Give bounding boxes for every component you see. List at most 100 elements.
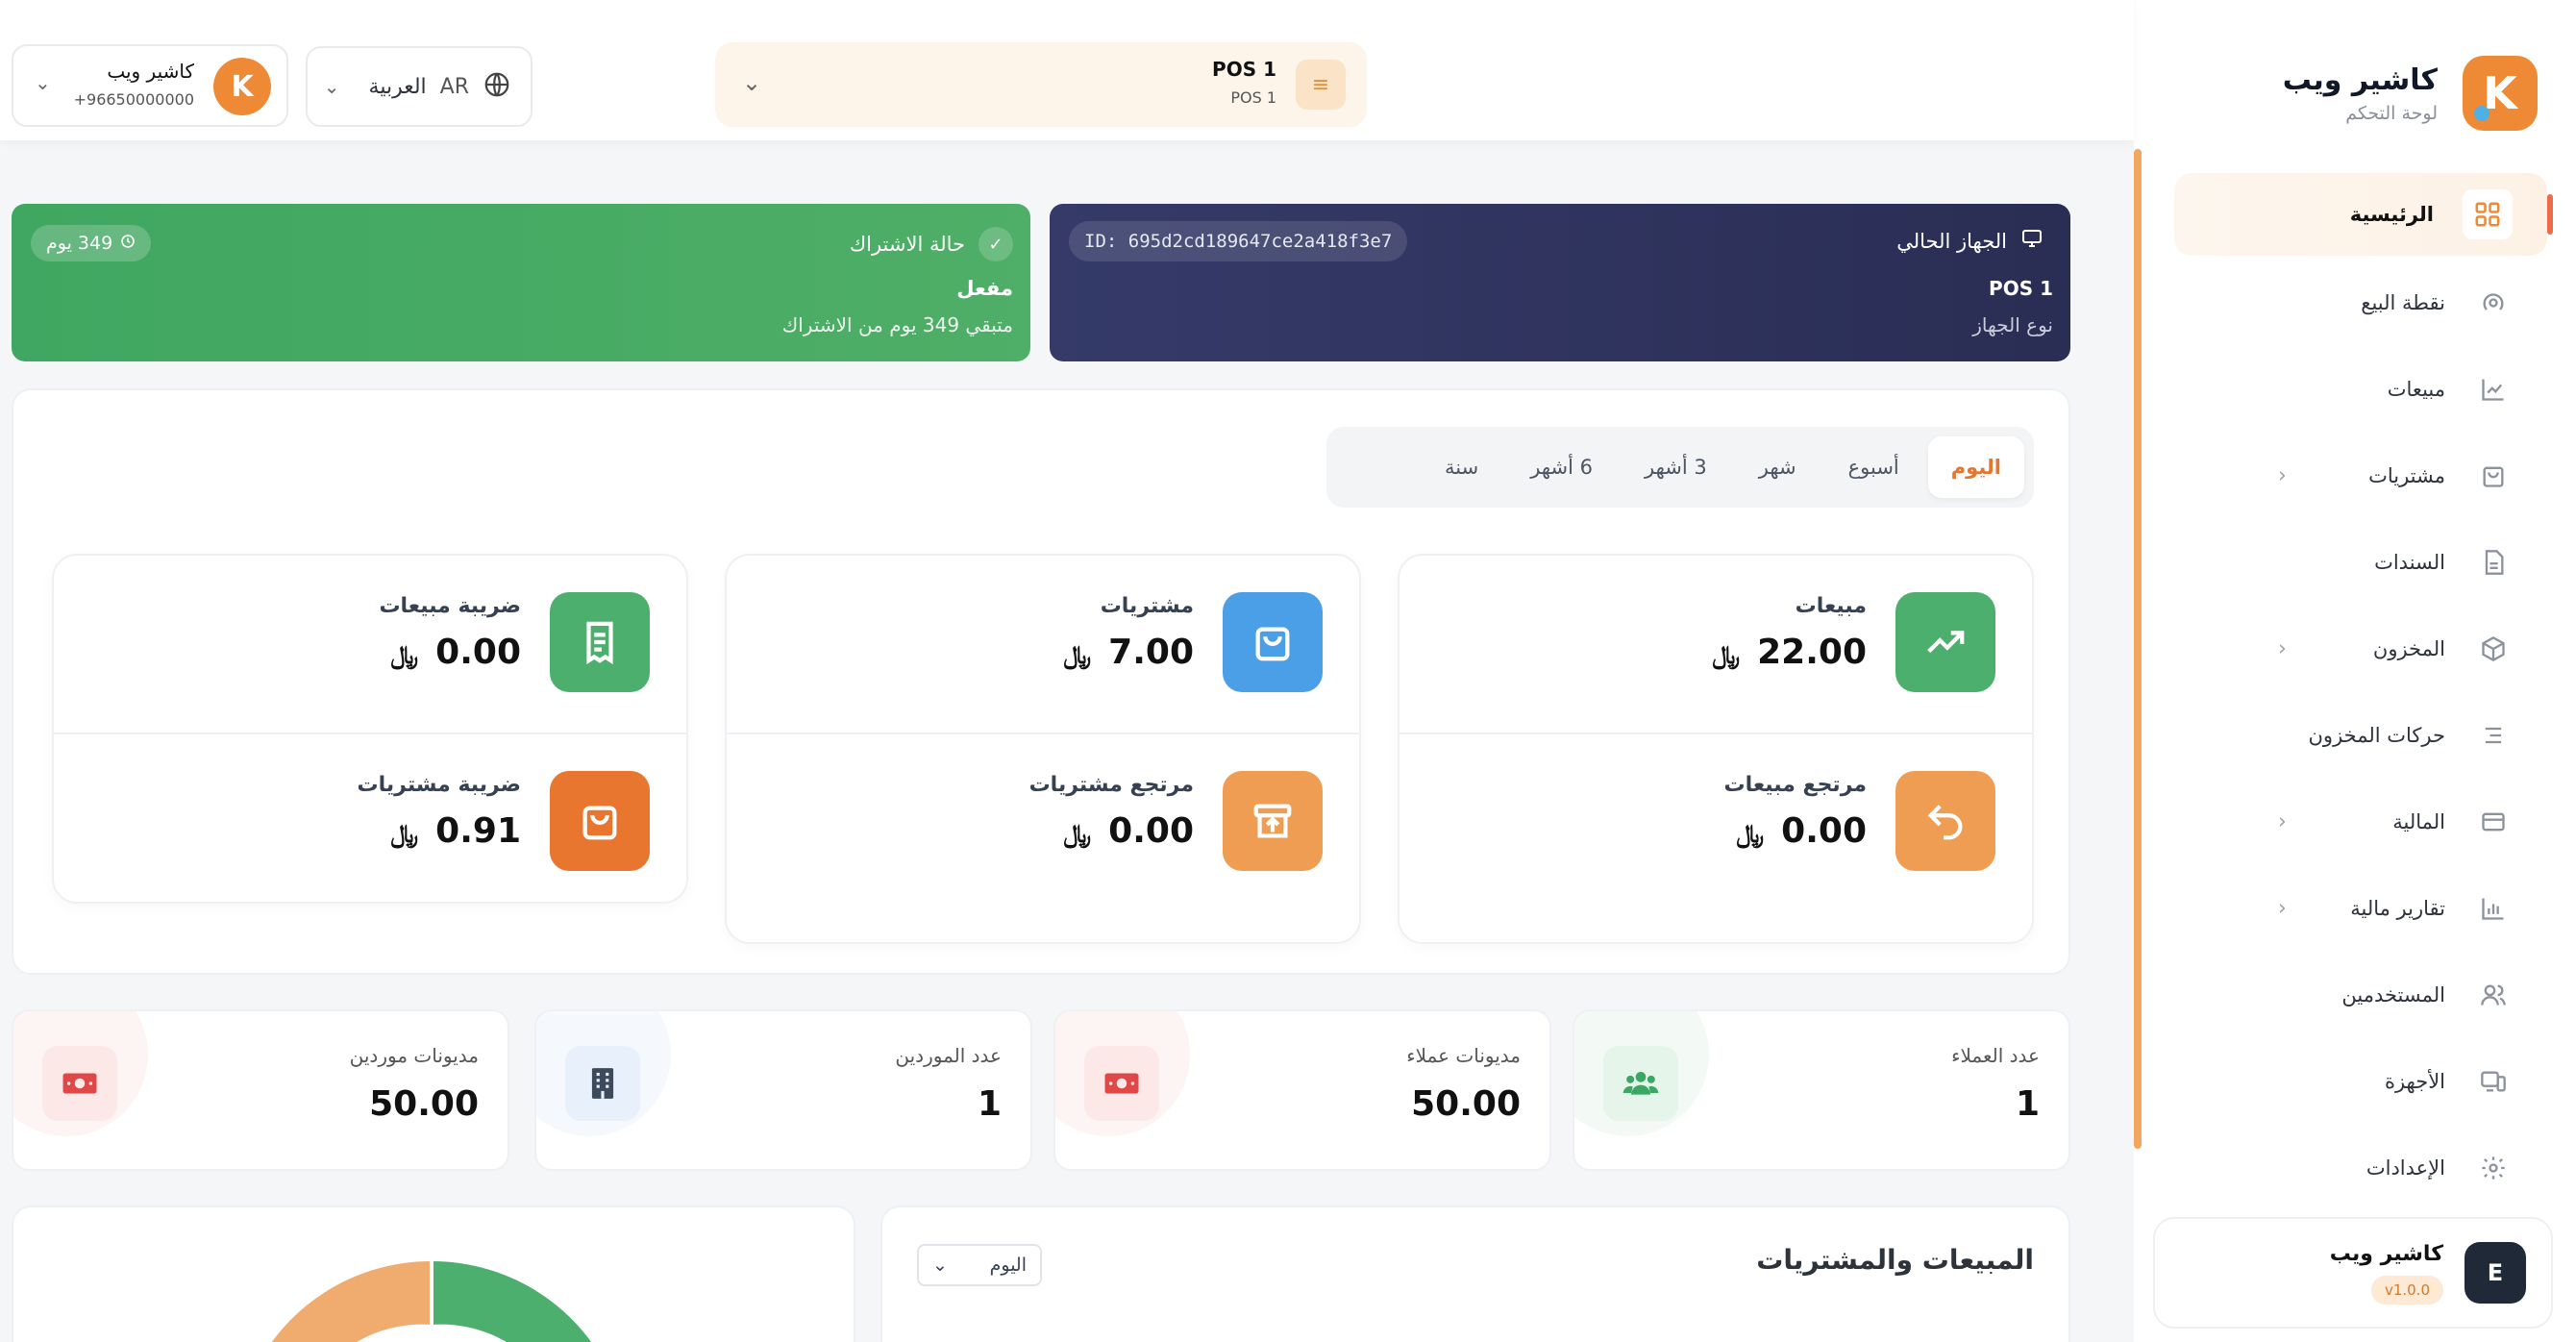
language-name: العربية [368, 74, 427, 99]
sales-tax-label: ضريبة مبيعات [379, 594, 521, 618]
customers-count-card: عدد العملاء 1 [1573, 1009, 2070, 1171]
suppliers-count-value: 1 [977, 1084, 1002, 1124]
sidebar-item-settings[interactable]: الإعدادات [2134, 1125, 2576, 1211]
tab-year[interactable]: سنة [1422, 436, 1501, 498]
riyal-icon: ﷼ [390, 820, 419, 849]
sidebar-item-label: المالية [2392, 810, 2445, 833]
purchases-return-stat: مرتجع مشتريات 0.00 ﷼ [727, 734, 1359, 907]
sidebar-item-vouchers[interactable]: السندات [2134, 519, 2576, 606]
sidebar-item-purchases[interactable]: مشتريات ‹ [2134, 433, 2576, 519]
period-tabs: اليوم أسبوع شهر 3 أشهر 6 أشهر سنة [1326, 427, 2034, 508]
suppliers-count-card: عدد الموردين 1 [534, 1009, 1032, 1171]
subscription-card: ✓ حالة الاشتراك مفعل متبقي 349 يوم من ال… [12, 204, 1030, 361]
purchases-return-label: مرتجع مشتريات [1028, 773, 1194, 797]
chevron-left-icon: ‹ [2278, 809, 2287, 834]
sidebar-item-stock-movements[interactable]: حركات المخزون [2134, 692, 2576, 779]
language-selector[interactable]: AR العربية ⌄ [306, 46, 533, 127]
users-icon [1603, 1046, 1678, 1121]
riyal-icon: ﷼ [1063, 641, 1092, 670]
tab-today[interactable]: اليوم [1927, 436, 2024, 498]
purchases-label: مشتريات [1100, 594, 1194, 618]
shopping-bag-icon [1223, 592, 1323, 692]
tab-month[interactable]: شهر [1736, 436, 1820, 498]
suppliers-debts-label: مديونات موردين [349, 1044, 479, 1067]
purchases-value: 7.00 [1108, 633, 1194, 672]
suppliers-debts-card: مديونات موردين 50.00 [12, 1009, 509, 1171]
riyal-icon: ﷼ [390, 641, 419, 670]
tab-6-months[interactable]: 6 أشهر [1507, 436, 1616, 498]
sidebar-item-label: الأجهزة [2384, 1070, 2445, 1093]
days-remaining-text: 349 يوم [46, 233, 113, 254]
tab-week[interactable]: أسبوع [1825, 436, 1922, 498]
devices-icon [2474, 1062, 2513, 1101]
sidebar-item-label: المستخدمين [2341, 983, 2445, 1006]
suppliers-debts-value: 50.00 [369, 1084, 479, 1124]
sidebar-item-label: مبيعات [2387, 378, 2445, 401]
check-circle-icon: ✓ [978, 227, 1013, 261]
sidebar-item-inventory[interactable]: المخزون ‹ [2134, 606, 2576, 692]
customers-debts-card: مديونات عملاء 50.00 [1053, 1009, 1551, 1171]
sidebar-item-devices[interactable]: الأجهزة [2134, 1038, 2576, 1125]
tax-stats-box: ضريبة مبيعات 0.00 ﷼ ضريبة مشتريات 0.91 ﷼ [52, 554, 688, 904]
sidebar-item-finance[interactable]: المالية ‹ [2134, 779, 2576, 865]
purchases-stats-box: مشتريات 7.00 ﷼ مرتجع مشتريات 0.00 ﷼ [725, 554, 1361, 944]
sales-return-value: 0.00 [1781, 811, 1867, 851]
sales-tax-stat: ضريبة مبيعات 0.00 ﷼ [54, 556, 686, 729]
tab-3-months[interactable]: 3 أشهر [1622, 436, 1730, 498]
brand-logo: K [2463, 56, 2538, 131]
account-phone: +96650000000 [73, 90, 194, 109]
pos-selector[interactable]: ≡ POS 1 POS 1 ⌄ [715, 42, 1367, 127]
pos-subtitle: POS 1 [1230, 88, 1276, 107]
customers-debts-value: 50.00 [1411, 1084, 1521, 1124]
sidebar-item-pos[interactable]: نقطة البيع [2134, 260, 2576, 346]
device-name: POS 1 [1989, 277, 2053, 300]
chevron-left-icon: ‹ [2278, 896, 2287, 921]
chart-period-value: اليوم [989, 1255, 1027, 1276]
version-badge: v1.0.0 [2370, 1275, 2443, 1305]
user-card[interactable]: E كاشير ويب v1.0.0 [2153, 1217, 2553, 1329]
sales-return-label: مرتجع مبيعات [1723, 773, 1867, 797]
sidebar-nav: الرئيسية نقطة البيع مبيعات مشتريات ‹ الس… [2134, 173, 2576, 1211]
sidebar-item-financial-reports[interactable]: تقارير مالية ‹ [2134, 865, 2576, 952]
current-device-card: الجهاز الحالي POS 1 نوع الجهاز ID: 695d2… [1050, 204, 2070, 361]
sidebar: K كاشير ويب لوحة التحكم الرئيسية نقطة ال… [2134, 0, 2576, 1342]
card-icon [2474, 803, 2513, 841]
stats-panel: اليوم أسبوع شهر 3 أشهر 6 أشهر سنة مبيعات… [12, 388, 2070, 975]
monitor-icon [2020, 227, 2043, 255]
sales-purchases-chart-card: المبيعات والمشتريات اليوم ⌄ [880, 1205, 2070, 1342]
sales-return-stat: مرتجع مبيعات 0.00 ﷼ [1399, 734, 2032, 907]
sidebar-item-label: مشتريات [2368, 464, 2445, 487]
trending-up-icon [1895, 592, 1995, 692]
suppliers-count-label: عدد الموردين [895, 1044, 1002, 1067]
donut-chart [271, 1260, 592, 1342]
brand[interactable]: K كاشير ويب لوحة التحكم [2283, 56, 2538, 131]
pos-title: POS 1 [1212, 58, 1276, 81]
grid-icon [2463, 189, 2513, 239]
chart-period-select[interactable]: اليوم ⌄ [917, 1244, 1042, 1286]
riyal-icon: ﷼ [1712, 641, 1741, 670]
chevron-down-icon: ⌄ [323, 75, 340, 98]
topbar: ≡ POS 1 POS 1 ⌄ AR العربية ⌄ K كاشير ويب… [0, 0, 2134, 140]
customers-count-value: 1 [2015, 1084, 2040, 1124]
donut-chart-card [12, 1205, 855, 1342]
sidebar-item-users[interactable]: المستخدمين [2134, 952, 2576, 1038]
document-icon [2474, 543, 2513, 582]
sales-stat: مبيعات 22.00 ﷼ [1399, 556, 2032, 729]
sales-label: مبيعات [1795, 594, 1867, 618]
chart-line-icon [2474, 370, 2513, 409]
receipt-icon [550, 592, 650, 692]
list-icon [2474, 716, 2513, 755]
sidebar-item-home[interactable]: الرئيسية [2174, 173, 2553, 256]
riyal-icon: ﷼ [1063, 820, 1092, 849]
device-heading: الجهاز الحالي [1896, 229, 2007, 253]
clock-icon [120, 233, 136, 254]
device-id-badge: ID: 695d2cd189647ce2a418f3e7 [1069, 221, 1408, 261]
purchases-stat: مشتريات 7.00 ﷼ [727, 556, 1359, 729]
sidebar-item-label: الرئيسية [2349, 203, 2434, 226]
money-icon [42, 1046, 117, 1121]
brand-title: كاشير ويب [2282, 62, 2438, 97]
subscription-status: مفعل [956, 277, 1013, 300]
account-menu[interactable]: K كاشير ويب +96650000000 ⌄ [12, 44, 288, 127]
sidebar-item-sales[interactable]: مبيعات [2134, 346, 2576, 433]
purchases-return-value: 0.00 [1108, 811, 1194, 851]
